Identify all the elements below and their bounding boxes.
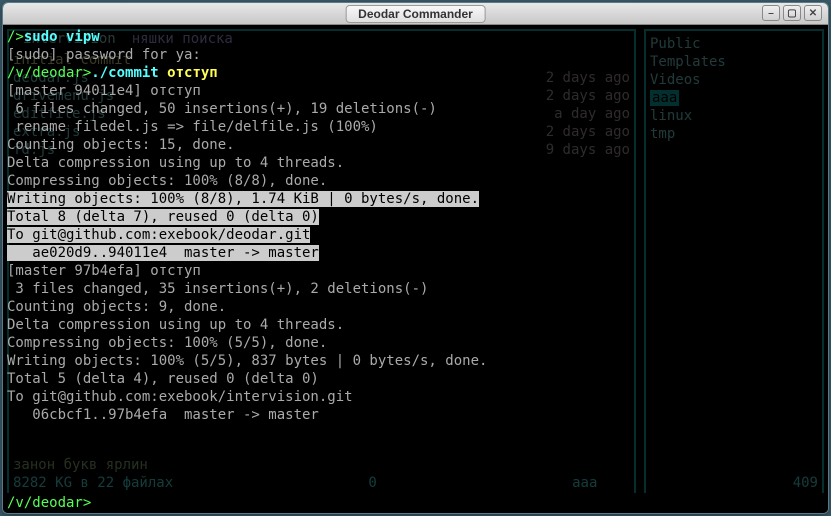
- terminal-text: Compressing objects: 100% (8/8), done.: [7, 173, 327, 189]
- terminal-text: rename filedel.js => file/delfile.js (10…: [7, 119, 378, 135]
- prompt-path: /v/deodar>: [7, 495, 91, 511]
- terminal-text: Delta compression using up to 4 threads.: [7, 155, 344, 171]
- terminal-line: Counting objects: 9, done.: [7, 298, 824, 316]
- terminal-line: ae020d9..94011e4 master -> master: [7, 244, 824, 262]
- terminal-text: [master 97b4efa] отступ: [7, 263, 201, 279]
- terminal-line: Delta compression using up to 4 threads.: [7, 154, 824, 172]
- terminal-line: [master 97b4efa] отступ: [7, 262, 824, 280]
- terminal-line: />sudo vipw: [7, 28, 824, 46]
- terminal-line: [master 94011e4] отступ: [7, 82, 824, 100]
- app-window: Deodar Commander – ▢ ✕ intervision няшки…: [2, 2, 829, 514]
- terminal-line: Counting objects: 15, done.: [7, 136, 824, 154]
- terminal-line: Writing objects: 100% (8/8), 1.74 KiB | …: [7, 190, 824, 208]
- terminal-text: ./commit: [91, 65, 158, 81]
- terminal-line: 6 files changed, 50 insertions(+), 19 de…: [7, 100, 824, 118]
- terminal-line: Total 8 (delta 7), reused 0 (delta 0): [7, 208, 824, 226]
- terminal[interactable]: intervision няшки поиска initial commit …: [3, 25, 828, 513]
- terminal-text: />: [7, 29, 24, 45]
- terminal-text: Counting objects: 9, done.: [7, 299, 226, 315]
- terminal-text: [master 94011e4] отступ: [7, 83, 201, 99]
- terminal-text: To git@github.com:exebook/intervision.gi…: [7, 389, 353, 405]
- terminal-text: 3 files changed, 35 insertions(+), 2 del…: [7, 281, 428, 297]
- terminal-text: отступ: [159, 65, 218, 81]
- terminal-text: Delta compression using up to 4 threads.: [7, 317, 344, 333]
- terminal-line: Total 5 (delta 4), reused 0 (delta 0): [7, 370, 824, 388]
- terminal-line: rename filedel.js => file/delfile.js (10…: [7, 118, 824, 136]
- terminal-text: Writing objects: 100% (5/5), 837 bytes |…: [7, 353, 487, 369]
- window-controls: – ▢ ✕: [762, 5, 822, 21]
- bg-bottom-tabs: занон букв ярлин: [13, 457, 148, 473]
- terminal-text: Total 5 (delta 4), reused 0 (delta 0): [7, 371, 319, 387]
- terminal-line: 3 files changed, 35 insertions(+), 2 del…: [7, 280, 824, 298]
- window-title: Deodar Commander: [345, 5, 486, 23]
- close-button[interactable]: ✕: [804, 5, 822, 21]
- terminal-text: 6 files changed, 50 insertions(+), 19 de…: [7, 101, 437, 117]
- terminal-text: ae020d9..94011e4 master -> master: [7, 245, 319, 261]
- terminal-line: To git@github.com:exebook/deodar.git: [7, 226, 824, 244]
- terminal-text: Compressing objects: 100% (5/5), done.: [7, 335, 327, 351]
- terminal-text: Total 8 (delta 7), reused 0 (delta 0): [7, 209, 319, 225]
- terminal-text: Writing objects: 100% (8/8), 1.74 KiB | …: [7, 191, 479, 207]
- terminal-line: To git@github.com:exebook/intervision.gi…: [7, 388, 824, 406]
- terminal-line: /v/deodar>./commit отступ: [7, 64, 824, 82]
- terminal-line: Compressing objects: 100% (5/5), done.: [7, 334, 824, 352]
- terminal-text: To git@github.com:exebook/deodar.git: [7, 227, 310, 243]
- titlebar[interactable]: Deodar Commander – ▢ ✕: [3, 3, 828, 25]
- terminal-line: Compressing objects: 100% (8/8), done.: [7, 172, 824, 190]
- minimize-button[interactable]: –: [762, 5, 780, 21]
- prompt-bar[interactable]: /v/deodar>: [3, 493, 828, 513]
- terminal-text: sudo vipw: [24, 29, 100, 45]
- terminal-line: [sudo] password for ya:: [7, 46, 824, 64]
- terminal-line: Writing objects: 100% (5/5), 837 bytes |…: [7, 352, 824, 370]
- terminal-output: />sudo vipw[sudo] password for ya:/v/deo…: [3, 25, 828, 427]
- terminal-text: Counting objects: 15, done.: [7, 137, 235, 153]
- terminal-text: [sudo] password for ya:: [7, 47, 201, 63]
- terminal-text: /v/deodar>: [7, 65, 91, 81]
- terminal-line: 06cbcf1..97b4efa master -> master: [7, 406, 824, 424]
- terminal-line: Delta compression using up to 4 threads.: [7, 316, 824, 334]
- terminal-text: 06cbcf1..97b4efa master -> master: [7, 407, 319, 423]
- bg-status-bar: 8282 KG в 22 файлах 0 aaa 409: [13, 475, 818, 491]
- maximize-button[interactable]: ▢: [783, 5, 801, 21]
